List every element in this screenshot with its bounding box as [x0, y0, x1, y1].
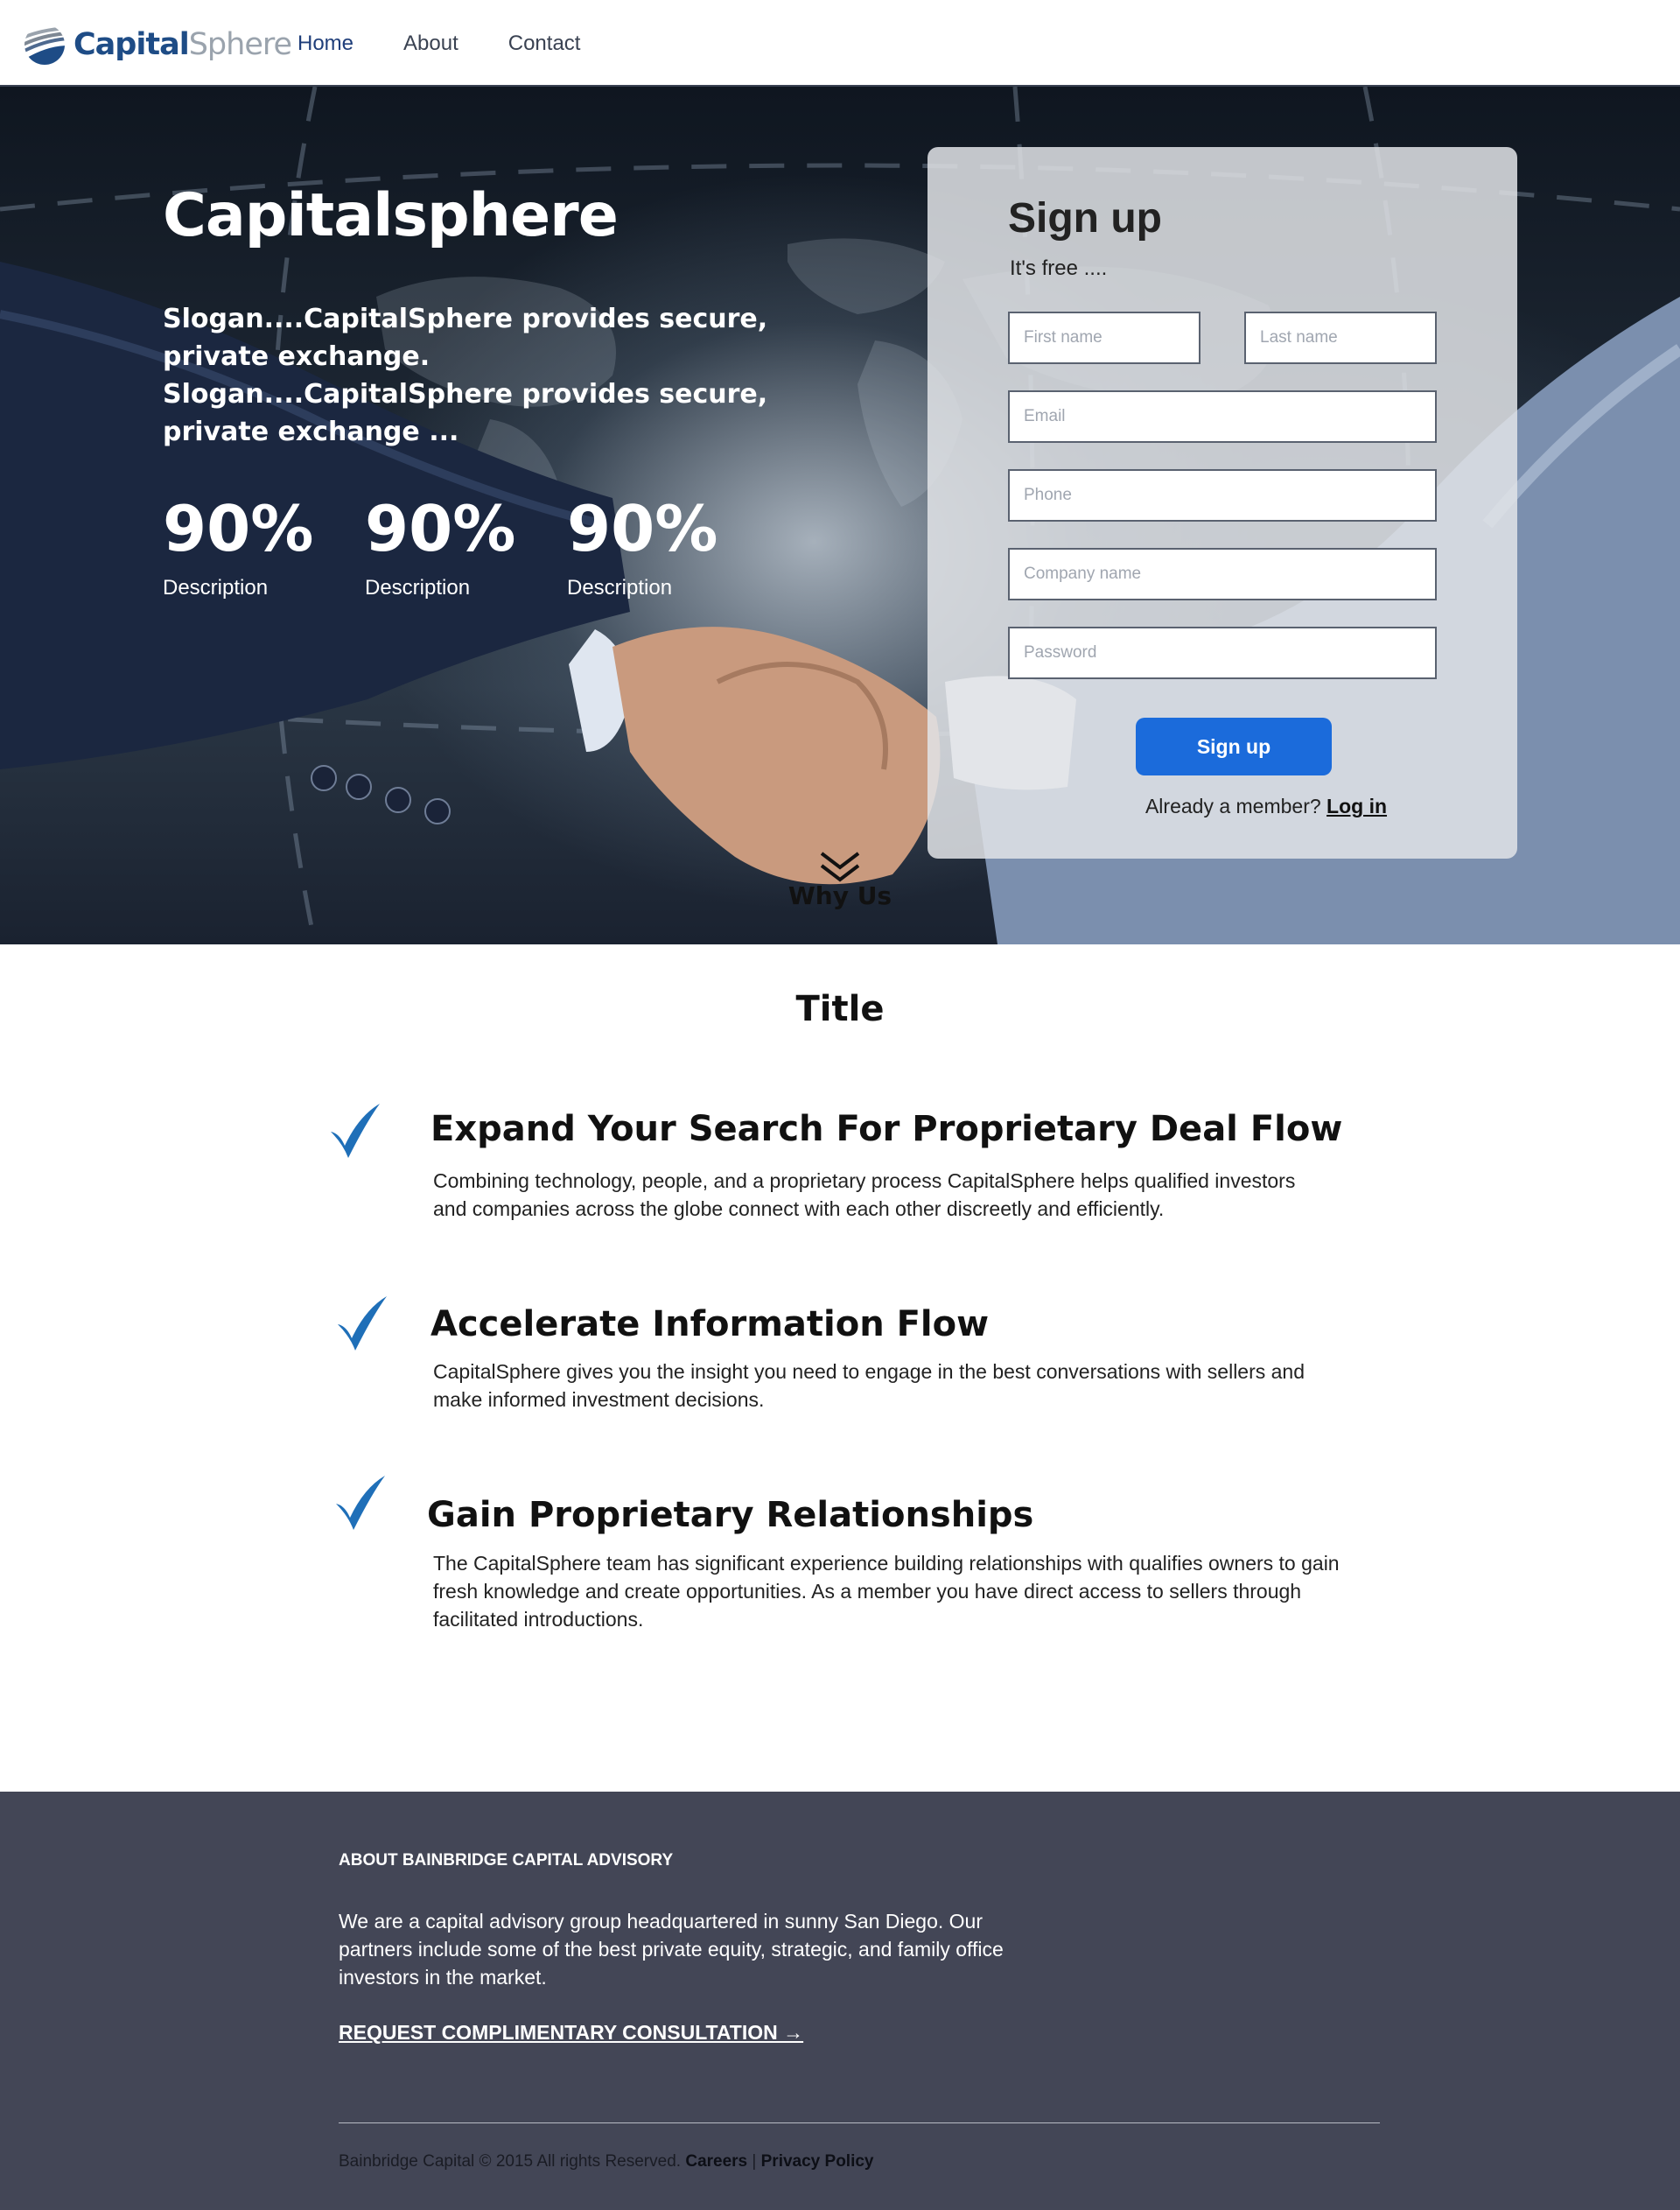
nav-link-home[interactable]: Home [298, 32, 354, 56]
footer-divider [339, 2122, 1380, 2123]
nav-link-about[interactable]: About [403, 32, 458, 56]
hero-title: Capitalsphere [163, 181, 619, 250]
footer: ABOUT BAINBRIDGE CAPITAL ADVISORY We are… [0, 1792, 1680, 2210]
footer-bottom-bar: Bainbridge Capital © 2015 All rights Res… [339, 2152, 874, 2171]
request-consultation-link[interactable]: REQUEST COMPLIMENTARY CONSULTATION → [339, 2021, 803, 2045]
top-navbar: CapitalSphere Home About Contact [0, 0, 1680, 87]
email-field[interactable] [1008, 390, 1437, 443]
checkmark-icon [338, 1296, 387, 1351]
logo-text-light: Sphere [188, 27, 292, 62]
checkmark-icon [331, 1104, 380, 1158]
signup-card: Sign up It's free .... Sign up Already a… [928, 147, 1517, 859]
section-title: Title [795, 989, 885, 1029]
phone-field[interactable] [1008, 469, 1437, 522]
privacy-policy-link[interactable]: Privacy Policy [761, 2152, 874, 2171]
why-us-label: Why Us [788, 881, 892, 910]
last-name-field[interactable] [1244, 312, 1437, 364]
signup-button[interactable]: Sign up [1136, 718, 1332, 775]
footer-separator: | [752, 2152, 757, 2171]
stat-3: 90% Description [567, 494, 718, 600]
company-name-field[interactable] [1008, 548, 1437, 600]
stat-description: Description [163, 576, 269, 600]
stat-1: 90% Description [163, 494, 313, 600]
login-link[interactable]: Log in [1326, 795, 1387, 817]
feature-description: CapitalSphere gives you the insight you … [433, 1360, 1306, 1411]
careers-link[interactable]: Careers [685, 2152, 747, 2171]
main-nav: Home About Contact [298, 32, 630, 56]
hero-section: Capitalsphere Slogan....CapitalSphere pr… [0, 87, 1680, 944]
logo-text-bold: Capital [74, 27, 190, 62]
footer-heading: ABOUT BAINBRIDGE CAPITAL ADVISORY [339, 1851, 674, 1870]
stat-value: 90% [163, 492, 314, 565]
nav-link-contact[interactable]: Contact [508, 32, 581, 56]
logo[interactable]: CapitalSphere [23, 23, 292, 67]
copyright-text: Bainbridge Capital © 2015 All rights Res… [339, 2152, 682, 2171]
feature-title: Gain Proprietary Relationships [427, 1495, 1034, 1535]
feature-description: The CapitalSphere team has significant e… [433, 1552, 1340, 1631]
signup-subtitle: It's free .... [1010, 256, 1108, 280]
signup-title: Sign up [1008, 195, 1162, 242]
stat-value: 90% [365, 492, 516, 565]
checkmark-icon [336, 1476, 385, 1530]
feature-title: Expand Your Search For Proprietary Deal … [430, 1109, 1343, 1149]
why-us-scroll[interactable]: Why Us [770, 848, 910, 910]
login-prompt: Already a member? Log in [928, 795, 1517, 818]
password-field[interactable] [1008, 627, 1437, 679]
globe-logo-icon [24, 25, 65, 65]
stat-description: Description [365, 576, 471, 600]
stat-value: 90% [567, 492, 718, 565]
feature-description: Combining technology, people, and a prop… [433, 1169, 1296, 1220]
stat-2: 90% Description [365, 494, 515, 600]
hero-slogan: Slogan....CapitalSphere provides secure,… [163, 304, 768, 447]
first-name-field[interactable] [1008, 312, 1200, 364]
stat-description: Description [567, 576, 673, 600]
member-text: Already a member? [1144, 795, 1321, 817]
feature-title: Accelerate Information Flow [430, 1304, 990, 1344]
footer-about-text: We are a capital advisory group headquar… [339, 1910, 1004, 1989]
